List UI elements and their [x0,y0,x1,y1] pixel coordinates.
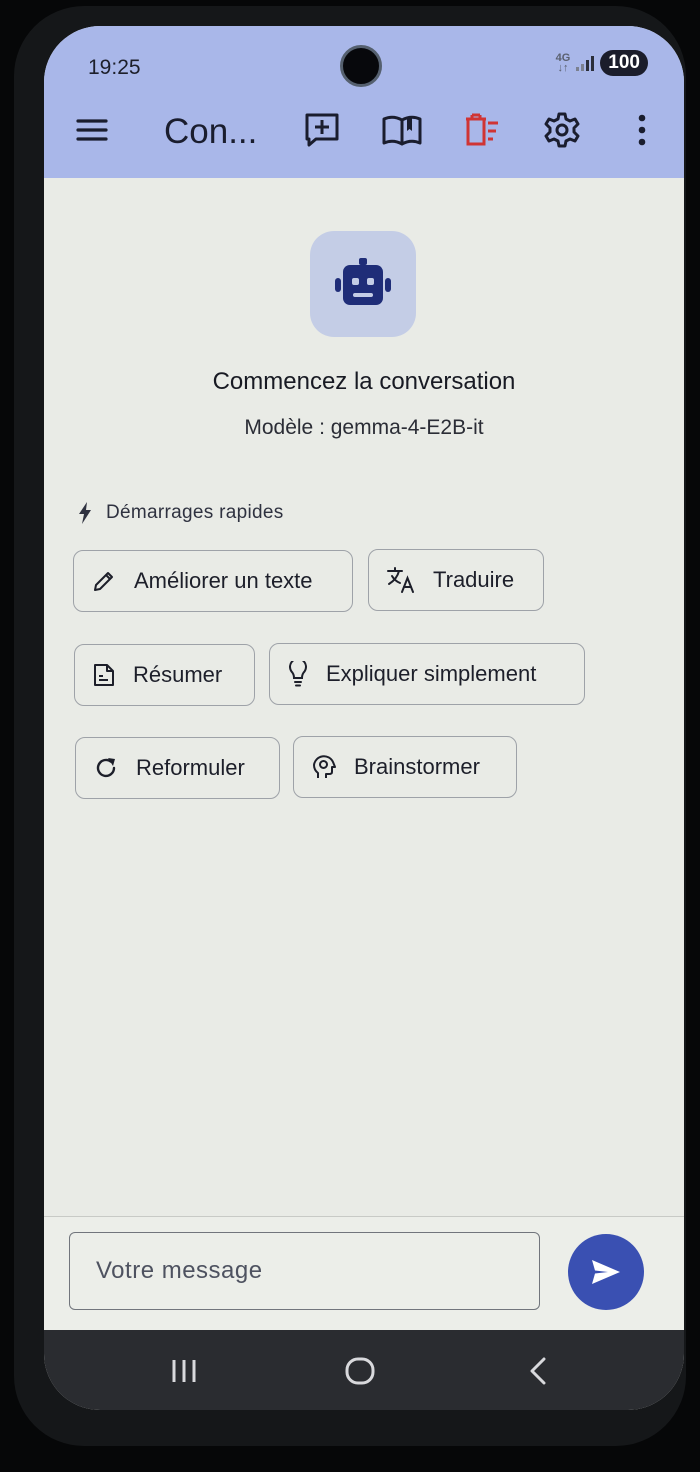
chip-resumer[interactable]: Résumer [74,644,255,706]
chip-expliquer-simplement[interactable]: Expliquer simplement [269,643,585,705]
more-options-icon[interactable] [622,110,662,150]
new-chat-icon[interactable] [302,110,342,150]
camera-cutout [340,45,382,87]
chip-reformuler[interactable]: Reformuler [75,737,280,799]
robot-avatar [310,231,416,337]
menu-icon[interactable] [72,110,112,150]
status-time: 19:25 [88,56,141,79]
chip-brainstormer[interactable]: Brainstormer [293,736,517,798]
chip-label: Résumer [133,662,223,687]
composer [44,1217,684,1330]
summary-icon [94,664,114,686]
pencil-icon [94,572,113,591]
conversation-area: Commencez la conversation Modèle : gemma… [44,178,684,1216]
refresh-icon [96,758,116,778]
quick-starts-header: Démarrages rapides [78,502,284,524]
chip-label: Traduire [433,567,515,592]
chip-label: Brainstormer [354,754,480,779]
page-title: Con... [164,112,258,151]
phone-frame: 19:25 4G ↓↑ 100 Con... Commencez la conv… [14,6,686,1446]
robot-icon [335,258,391,305]
app-bar: 19:25 4G ↓↑ 100 Con... [44,26,684,178]
bolt-icon [79,502,91,524]
chip-label: Reformuler [136,755,245,780]
quick-starts-label: Démarrages rapides [106,502,284,523]
empty-state-heading: Commencez la conversation [212,368,516,395]
chip-ameliorer-texte[interactable]: Améliorer un texte [73,550,353,612]
lightbulb-icon [289,661,307,687]
network-type: 4G ↓↑ [555,52,571,74]
chip-label: Expliquer simplement [326,661,537,686]
model-label: Modèle : gemma-4-E2B-it [244,416,484,439]
recent-apps-icon[interactable] [164,1356,204,1386]
send-icon [592,1260,620,1284]
home-icon[interactable] [340,1356,380,1386]
screen: 19:25 4G ↓↑ 100 Con... Commencez la conv… [44,26,684,1410]
clear-chat-icon[interactable] [462,110,502,150]
library-icon[interactable] [382,110,422,150]
settings-icon[interactable] [542,110,582,150]
translate-icon [387,567,414,593]
chip-label: Améliorer un texte [134,568,313,593]
signal-icon [576,55,595,71]
message-input[interactable] [69,1232,540,1310]
system-nav-bar [44,1330,684,1410]
chip-traduire[interactable]: Traduire [368,549,544,611]
psychology-icon [313,755,336,778]
status-indicators: 4G ↓↑ 100 [556,50,648,76]
send-button[interactable] [568,1234,644,1310]
back-icon[interactable] [518,1356,558,1386]
battery-indicator: 100 [600,50,648,76]
network-label: 4G [555,52,571,64]
